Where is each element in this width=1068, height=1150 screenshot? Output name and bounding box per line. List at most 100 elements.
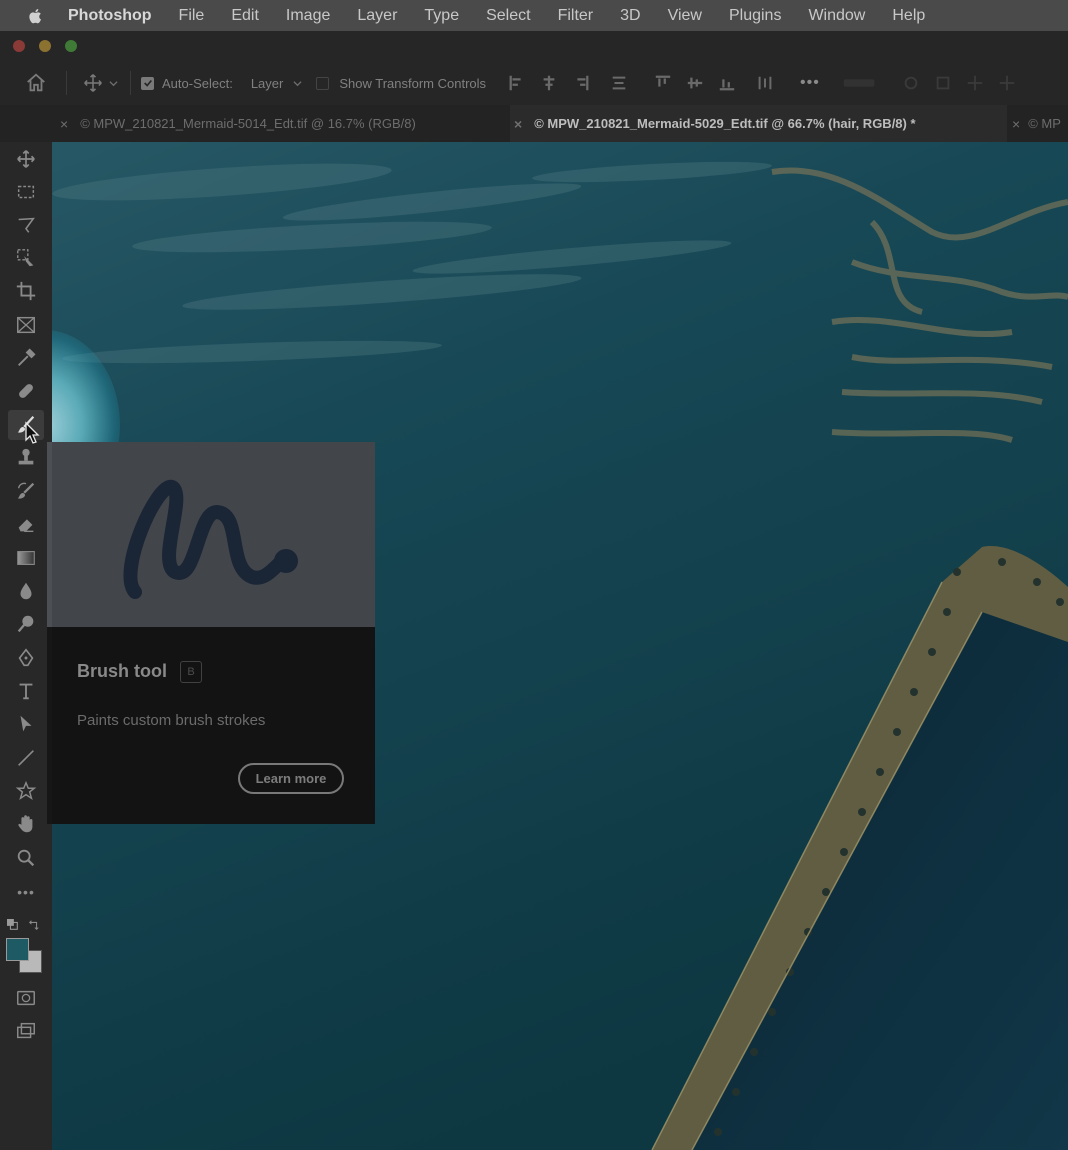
pen-tool[interactable] [8, 643, 44, 673]
more-options-button[interactable]: ••• [800, 74, 820, 92]
show-transform-checkbox[interactable] [316, 76, 330, 90]
menu-edit[interactable]: Edit [231, 7, 259, 25]
more-tools-button[interactable]: ••• [8, 877, 44, 907]
menu-bar: Photoshop File Edit Image Layer Type Sel… [0, 0, 1068, 31]
pan-icon [966, 74, 984, 92]
eraser-tool[interactable] [8, 509, 44, 539]
close-tab-icon[interactable]: × [60, 116, 68, 132]
line-tool[interactable] [8, 743, 44, 773]
history-brush-tool[interactable] [8, 476, 44, 506]
tools-panel: ••• [0, 142, 52, 1150]
menu-select[interactable]: Select [486, 7, 530, 25]
brush-tool-tooltip: Brush tool B Paints custom brush strokes… [47, 442, 375, 824]
close-tab-icon[interactable]: × [1012, 116, 1020, 132]
custom-shape-tool[interactable] [8, 776, 44, 806]
frame-tool[interactable] [8, 310, 44, 340]
align-right-edges-icon[interactable] [572, 74, 590, 92]
align-horizontal-centers-icon[interactable] [540, 74, 558, 92]
3d-mode-icon [840, 74, 880, 92]
menu-3d[interactable]: 3D [620, 7, 640, 25]
document-tab-label: © MPW_210821_Mermaid-5029_Edt.tif @ 66.7… [534, 116, 916, 131]
foreground-color-swatch[interactable] [6, 938, 29, 961]
photoshop-window: Photoshop File Edit Image Layer Type Sel… [0, 0, 1068, 1150]
home-icon[interactable] [24, 71, 48, 95]
eyedropper-icon [18, 348, 36, 366]
dodge-tool[interactable] [8, 609, 44, 639]
brush-stroke-illustration [123, 480, 298, 599]
frame-icon [17, 316, 35, 334]
tooltip-title: Brush tool [77, 661, 167, 681]
move-tool-preset-icon[interactable] [81, 71, 105, 95]
learn-more-button[interactable]: Learn more [238, 763, 344, 794]
move-tool[interactable] [8, 144, 44, 174]
rectangle-marquee-icon [17, 185, 35, 199]
menu-window[interactable]: Window [808, 7, 865, 25]
document-tab[interactable]: × © MP [1012, 105, 1068, 142]
healing-brush-tool[interactable] [8, 376, 44, 406]
document-tab[interactable]: × © MPW_210821_Mermaid-5014_Edt.tif @ 16… [60, 105, 510, 142]
lasso-tool[interactable] [8, 210, 44, 240]
menu-layer[interactable]: Layer [357, 7, 397, 25]
align-left-edges-icon[interactable] [508, 74, 526, 92]
screen-mode[interactable] [8, 1016, 44, 1046]
eyedropper-tool[interactable] [8, 343, 44, 373]
crop-tool[interactable] [8, 276, 44, 306]
menu-filter[interactable]: Filter [558, 7, 594, 25]
apple-logo-icon[interactable] [26, 6, 46, 26]
auto-select-dropdown[interactable]: Layer [251, 76, 284, 91]
document-tab-label: © MP [1028, 116, 1061, 131]
chevron-down-icon[interactable] [293, 79, 302, 88]
tooltip-preview [47, 442, 375, 627]
align-top-edges-icon[interactable] [654, 74, 672, 92]
eraser-icon [18, 519, 34, 533]
close-tab-icon[interactable]: × [514, 116, 522, 132]
auto-select-checkbox[interactable] [141, 76, 154, 90]
lasso-icon [18, 217, 35, 233]
hand-icon [18, 815, 33, 833]
tooltip-description: Paints custom brush strokes [77, 712, 266, 729]
menu-type[interactable]: Type [424, 7, 459, 25]
document-tab-active[interactable]: × © MPW_210821_Mermaid-5029_Edt.tif @ 66… [510, 105, 1007, 142]
align-vertical-centers-icon[interactable] [686, 74, 704, 92]
distribute-vertical-icon[interactable] [610, 74, 628, 92]
screen-mode-icon [17, 1022, 35, 1039]
hand-tool[interactable] [8, 809, 44, 839]
align-bottom-edges-icon[interactable] [718, 74, 736, 92]
type-tool[interactable] [8, 676, 44, 706]
blur-icon [20, 582, 32, 600]
menu-view[interactable]: View [668, 7, 702, 25]
show-transform-label: Show Transform Controls [339, 75, 487, 91]
zoom-window-button[interactable] [65, 40, 77, 52]
distribute-horizontal-icon[interactable] [756, 74, 774, 92]
blur-tool[interactable] [8, 576, 44, 606]
document-tab-label: © MPW_210821_Mermaid-5014_Edt.tif @ 16.7… [80, 116, 416, 131]
crop-icon [16, 281, 36, 301]
quick-mask-mode[interactable] [8, 983, 44, 1013]
menu-file[interactable]: File [179, 7, 205, 25]
custom-shape-icon [15, 780, 37, 801]
mouse-cursor-icon [24, 421, 40, 450]
menu-image[interactable]: Image [286, 7, 330, 25]
history-brush-icon [17, 482, 35, 499]
minimize-window-button[interactable] [39, 40, 51, 52]
menu-plugins[interactable]: Plugins [729, 7, 781, 25]
menu-app-name[interactable]: Photoshop [68, 7, 152, 25]
document-tabs: × © MPW_210821_Mermaid-5014_Edt.tif @ 16… [0, 105, 1068, 142]
separator [130, 71, 131, 95]
bandage-icon [19, 384, 33, 398]
tooltip-shortcut-key: B [180, 661, 202, 683]
path-selection-tool[interactable] [8, 709, 44, 739]
gradient-tool[interactable] [8, 543, 44, 573]
close-window-button[interactable] [13, 40, 25, 52]
menu-help[interactable]: Help [892, 7, 925, 25]
gradient-icon [17, 551, 35, 565]
zoom-tool[interactable] [8, 843, 44, 873]
window-title-strip [0, 31, 1068, 61]
marquee-tool[interactable] [8, 177, 44, 207]
separator [66, 71, 67, 95]
swap-colors-icon[interactable] [28, 918, 40, 936]
move-icon [17, 150, 35, 168]
chevron-down-icon[interactable] [109, 79, 118, 88]
default-colors-icon[interactable] [7, 918, 19, 936]
object-selection-tool[interactable] [8, 243, 44, 273]
